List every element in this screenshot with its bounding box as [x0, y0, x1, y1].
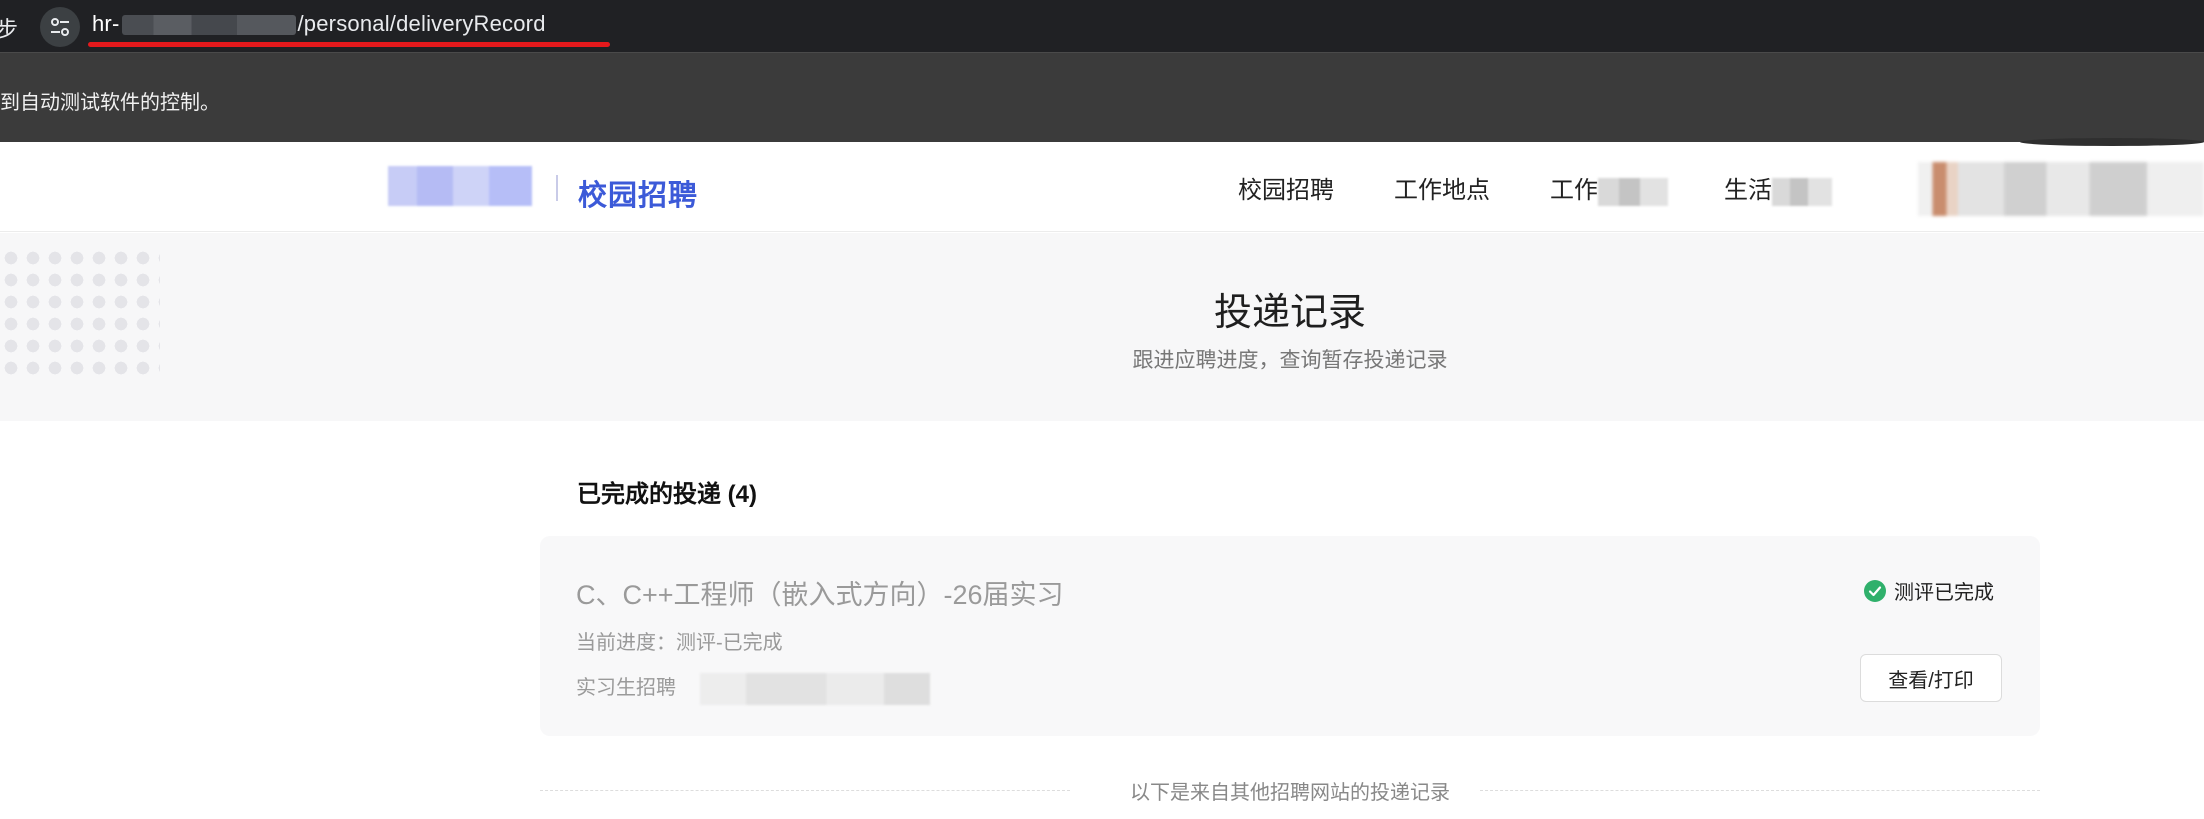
nav-item-label: 校园招聘: [1238, 177, 1334, 204]
nav-redaction: [1598, 177, 1668, 206]
check-circle-icon: [1864, 579, 1886, 602]
tune-icon: [51, 18, 69, 36]
other-sites-divider: 以下是来自其他招聘网站的投递记录: [540, 776, 2040, 806]
page-subtitle: 跟进应聘进度，查询暂存投递记录: [1132, 349, 1448, 372]
logo-divider: [556, 175, 558, 201]
user-avatar-menu[interactable]: [1918, 162, 2204, 216]
nav-item-location[interactable]: 工作地点: [1394, 170, 1490, 205]
recruitment-type: 实习生招聘: [576, 671, 930, 705]
browser-address-bar: 步 hr- /personal/deliveryRecord: [0, 0, 2204, 52]
truncated-tab-glyph: 步: [0, 17, 19, 42]
nav-item-campus[interactable]: 校园招聘: [1238, 170, 1334, 205]
page-title: 投递记录: [1213, 292, 1366, 334]
nav-item-label: 生活: [1724, 177, 1772, 204]
company-logo[interactable]: [388, 166, 532, 206]
completed-section-heading: 已完成的投递 (4): [577, 481, 757, 508]
application-progress: 当前进度：测评-已完成: [576, 632, 783, 654]
site-header: 校园招聘 校园招聘 工作地点 工作 生活: [0, 142, 2204, 232]
redacted-info: [700, 672, 930, 705]
divider-line-right: [1480, 790, 2040, 791]
nav-item-label: 工作地点: [1394, 177, 1490, 204]
recruitment-type-label: 实习生招聘: [576, 677, 676, 699]
nav-item-work[interactable]: 工作: [1550, 170, 1668, 206]
automation-infobar: 到自动测试软件的控制。: [0, 52, 2204, 142]
url-path: /personal/deliveryRecord: [297, 11, 546, 36]
url-field[interactable]: hr- /personal/deliveryRecord: [92, 11, 546, 37]
view-print-button[interactable]: 查看/打印: [1860, 654, 2002, 702]
nav-item-life[interactable]: 生活: [1724, 170, 1832, 206]
nav-item-label: 工作: [1550, 177, 1598, 204]
brand-title[interactable]: 校园招聘: [578, 172, 698, 214]
infobar-message: 到自动测试软件的控制。: [0, 92, 220, 114]
job-title[interactable]: C、C++工程师（嵌入式方向）-26届实习: [576, 573, 1064, 612]
nav-redaction: [1772, 177, 1832, 206]
application-card: C、C++工程师（嵌入式方向）-26届实习 当前进度：测评-已完成 实习生招聘 …: [540, 536, 2040, 736]
url-host: hr-: [92, 11, 120, 36]
url-highlight-underline: [88, 42, 610, 47]
page-banner: 投递记录 跟进应聘进度，查询暂存投递记录: [0, 233, 2204, 421]
site-settings-icon[interactable]: [40, 7, 80, 47]
decorative-shape: [2020, 138, 2204, 146]
status-badge: 测评已完成: [1864, 576, 1994, 605]
url-redaction: [121, 15, 296, 36]
status-text: 测评已完成: [1894, 582, 1994, 604]
